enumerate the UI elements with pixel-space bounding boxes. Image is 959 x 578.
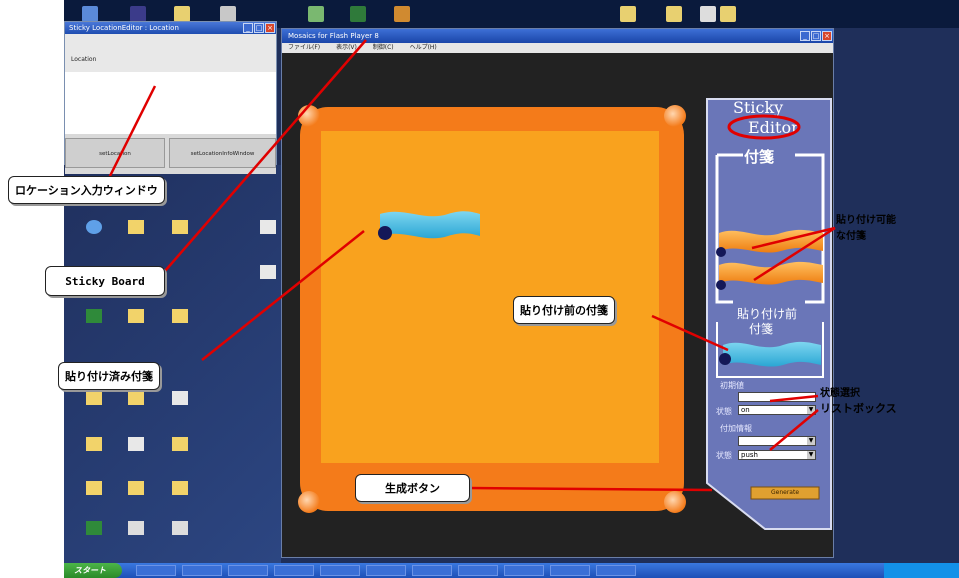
callout-sticky-board: Sticky Board — [45, 266, 165, 296]
taskbar-item[interactable] — [320, 565, 360, 576]
callout-pasted-sticky: 貼り付け済み付箋 — [58, 362, 160, 390]
system-tray — [884, 563, 959, 578]
taskbar-item[interactable] — [412, 565, 452, 576]
start-button[interactable]: スタート — [64, 563, 122, 578]
label-state-select-2: リストボックス — [820, 402, 897, 415]
taskbar-item[interactable] — [458, 565, 498, 576]
taskbar-item[interactable] — [550, 565, 590, 576]
taskbar-item[interactable] — [228, 565, 268, 576]
callout-create-button: 生成ボタン — [355, 474, 470, 502]
callout-location-window: ロケーション入力ウィンドウ — [8, 176, 165, 204]
label-pasteable-1: 貼り付け可能 — [836, 215, 896, 226]
taskbar-item[interactable] — [182, 565, 222, 576]
label-state-select-1: 状態選択 — [820, 388, 860, 399]
label-pasteable-2: な付箋 — [836, 231, 866, 242]
editor-title-highlight — [727, 114, 801, 140]
taskbar-item[interactable] — [366, 565, 406, 576]
taskbar-item[interactable] — [596, 565, 636, 576]
taskbar-item[interactable] — [274, 565, 314, 576]
callout-before-paste: 貼り付け前の付箋 — [513, 296, 615, 324]
taskbar: スタート — [64, 563, 959, 578]
taskbar-item[interactable] — [136, 565, 176, 576]
taskbar-item[interactable] — [504, 565, 544, 576]
